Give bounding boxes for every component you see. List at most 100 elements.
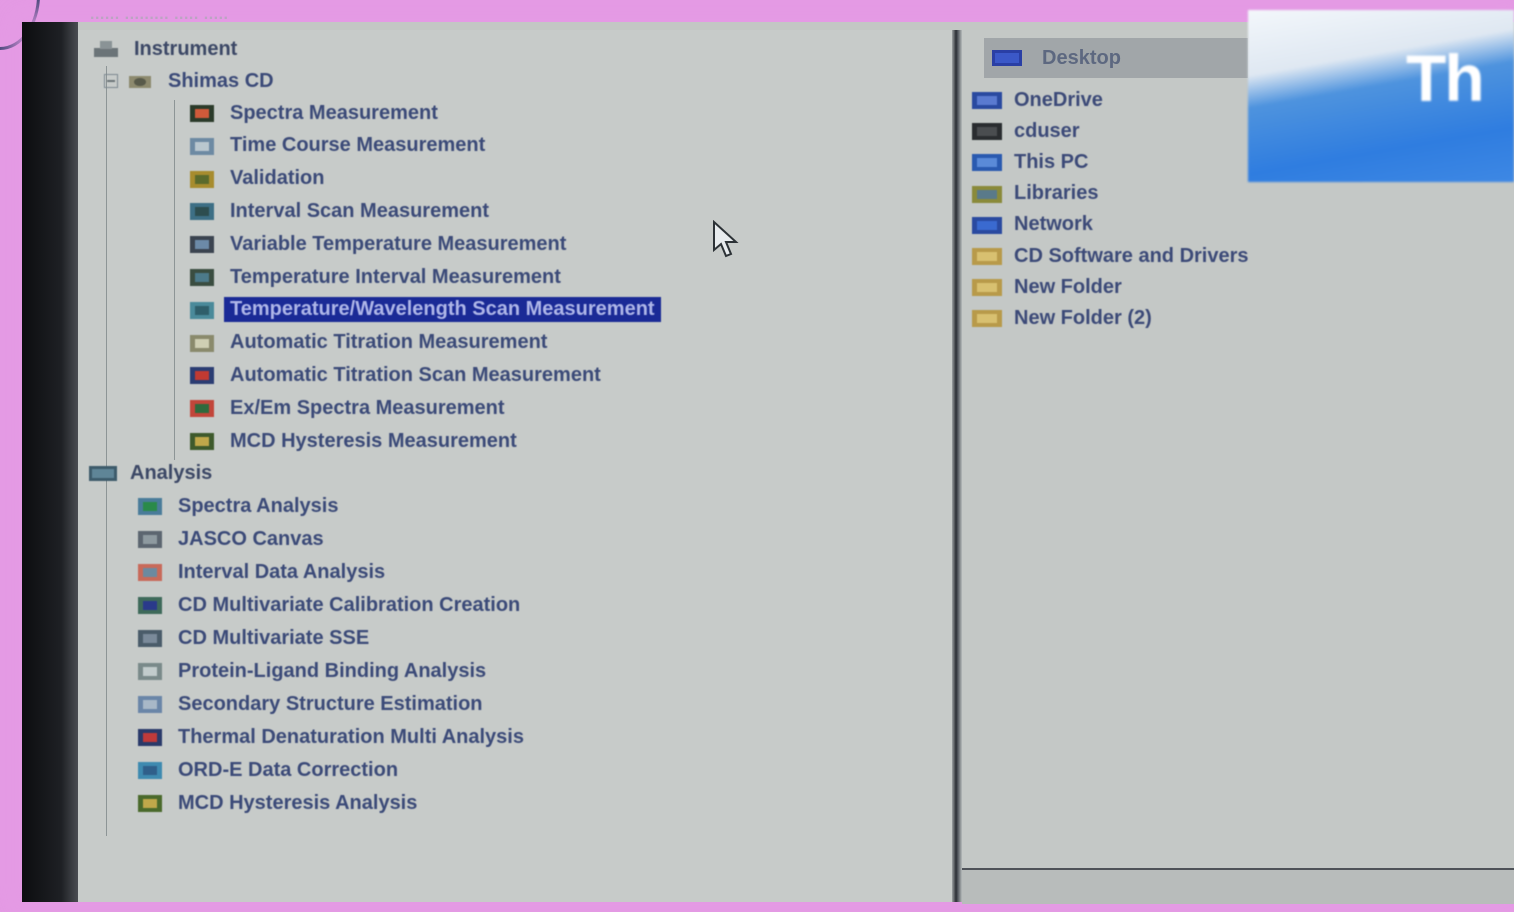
tree-item-measurement[interactable]: Automatic Titration Measurement bbox=[188, 330, 547, 356]
tree-item-measurement[interactable]: Time Course Measurement bbox=[188, 133, 485, 159]
tree-item-analysis[interactable]: JASCO Canvas bbox=[136, 526, 324, 552]
tree-item-analysis[interactable]: Spectra Analysis bbox=[136, 493, 338, 519]
explorer-item[interactable]: Libraries bbox=[970, 181, 1098, 207]
ex-em-icon bbox=[188, 397, 218, 419]
item-label: Spectra Measurement bbox=[230, 101, 438, 124]
secondary-structure-icon bbox=[136, 693, 166, 715]
spectra-analysis-icon bbox=[136, 495, 166, 517]
tree-item-measurement[interactable]: MCD Hysteresis Measurement bbox=[188, 428, 517, 454]
tree-item-analysis[interactable]: MCD Hysteresis Analysis bbox=[136, 790, 417, 816]
tree-item-measurement[interactable]: Interval Scan Measurement bbox=[188, 198, 489, 224]
item-label: JASCO Canvas bbox=[178, 527, 324, 550]
item-label: Validation bbox=[230, 167, 325, 190]
cloud-icon bbox=[970, 89, 1006, 111]
menu-strip: ...... ......... ..... ..... bbox=[90, 6, 229, 23]
program-tree-pane[interactable]: Instrument Shimas CD Analysis Spectra Me… bbox=[78, 30, 952, 902]
item-label: Secondary Structure Estimation bbox=[178, 692, 483, 715]
tree-label: Shimas CD bbox=[168, 69, 274, 92]
tree-item-analysis[interactable]: Interval Data Analysis bbox=[136, 559, 385, 585]
tree-node-analysis[interactable]: Analysis bbox=[88, 460, 212, 486]
explorer-item[interactable]: OneDrive bbox=[970, 87, 1103, 113]
tree-item-analysis[interactable]: Secondary Structure Estimation bbox=[136, 691, 483, 717]
item-label: This PC bbox=[1014, 150, 1089, 173]
time-course-icon bbox=[188, 135, 218, 157]
explorer-header-label: Desktop bbox=[1042, 46, 1121, 69]
item-label: Temperature/Wavelength Scan Measurement bbox=[224, 297, 661, 323]
item-label: MCD Hysteresis Analysis bbox=[178, 791, 418, 814]
tree-label: Analysis bbox=[130, 461, 213, 484]
folder-icon bbox=[970, 307, 1006, 329]
pane-splitter[interactable] bbox=[952, 30, 962, 902]
network-icon bbox=[970, 214, 1006, 236]
multivariate-calibration-icon bbox=[136, 594, 166, 616]
thermal-icon bbox=[136, 726, 166, 748]
item-label: cduser bbox=[1014, 119, 1080, 142]
item-label: Network bbox=[1014, 213, 1093, 236]
item-label: ORD-E Data Correction bbox=[178, 758, 399, 781]
item-label: CD Multivariate SSE bbox=[178, 626, 370, 649]
item-label: Thermal Denaturation Multi Analysis bbox=[178, 725, 524, 748]
tree-guide-line bbox=[174, 100, 175, 460]
item-label: Interval Scan Measurement bbox=[230, 199, 489, 222]
explorer-item[interactable]: cduser bbox=[970, 118, 1080, 144]
tree-item-measurement[interactable]: Spectra Measurement bbox=[188, 100, 438, 126]
library-icon bbox=[970, 183, 1006, 205]
item-label: MCD Hysteresis Measurement bbox=[230, 429, 517, 452]
temperature-interval-icon bbox=[188, 266, 218, 288]
explorer-item[interactable]: This PC bbox=[970, 149, 1088, 175]
horizontal-scrollbar[interactable] bbox=[962, 868, 1514, 904]
tree-item-analysis[interactable]: Thermal Denaturation Multi Analysis bbox=[136, 724, 524, 750]
item-label: Protein-Ligand Binding Analysis bbox=[178, 659, 487, 682]
titration-scan-icon bbox=[188, 364, 218, 386]
explorer-item[interactable]: Network bbox=[970, 212, 1093, 238]
item-label: CD Software and Drivers bbox=[1014, 244, 1249, 267]
desktop-wallpaper-thumbnail: Th bbox=[1248, 10, 1514, 182]
wallpaper-text: Th bbox=[1406, 41, 1485, 115]
tree-node-device[interactable]: Shimas CD bbox=[104, 68, 274, 94]
tree-item-analysis[interactable]: CD Multivariate SSE bbox=[136, 625, 369, 651]
interval-data-icon bbox=[136, 561, 166, 583]
item-label: Automatic Titration Scan Measurement bbox=[230, 363, 601, 386]
item-label: Interval Data Analysis bbox=[178, 560, 386, 583]
mcd-icon bbox=[188, 430, 218, 452]
item-label: New Folder (2) bbox=[1014, 306, 1152, 329]
tree-item-measurement[interactable]: Ex/Em Spectra Measurement bbox=[188, 395, 505, 421]
tree-item-measurement[interactable]: Variable Temperature Measurement bbox=[188, 231, 566, 257]
computer-icon bbox=[970, 151, 1006, 173]
tree-item-measurement[interactable]: Temperature/Wavelength Scan Measurement bbox=[188, 297, 661, 323]
item-label: Temperature Interval Measurement bbox=[230, 265, 561, 288]
mouse-cursor-icon bbox=[713, 220, 739, 258]
item-label: Automatic Titration Measurement bbox=[230, 331, 548, 354]
tree-item-analysis[interactable]: ORD-E Data Correction bbox=[136, 757, 398, 783]
variable-temperature-icon bbox=[188, 233, 218, 255]
explorer-header-desktop[interactable]: Desktop bbox=[984, 38, 1248, 78]
interval-scan-icon bbox=[188, 200, 218, 222]
item-label: Time Course Measurement bbox=[230, 134, 486, 157]
item-label: Variable Temperature Measurement bbox=[230, 232, 567, 255]
ord-icon bbox=[136, 759, 166, 781]
explorer-item[interactable]: New Folder (2) bbox=[970, 305, 1152, 331]
explorer-item[interactable]: New Folder bbox=[970, 274, 1122, 300]
tree-item-analysis[interactable]: Protein-Ligand Binding Analysis bbox=[136, 658, 486, 684]
analysis-folder-icon bbox=[88, 462, 118, 484]
item-label: New Folder bbox=[1014, 275, 1122, 298]
spectra-icon bbox=[188, 102, 218, 124]
user-icon bbox=[970, 120, 1006, 142]
item-label: Spectra Analysis bbox=[178, 494, 339, 517]
item-label: Ex/Em Spectra Measurement bbox=[230, 396, 505, 419]
tree-node-instrument[interactable]: Instrument bbox=[92, 36, 237, 62]
collapse-icon[interactable] bbox=[104, 74, 118, 88]
temperature-wavelength-icon bbox=[188, 299, 218, 321]
item-label: OneDrive bbox=[1014, 88, 1103, 111]
tree-item-measurement[interactable]: Validation bbox=[188, 166, 324, 192]
tree-guide-line bbox=[106, 66, 107, 836]
validation-icon bbox=[188, 168, 218, 190]
tree-item-measurement[interactable]: Temperature Interval Measurement bbox=[188, 264, 561, 290]
tree-item-measurement[interactable]: Automatic Titration Scan Measurement bbox=[188, 362, 601, 388]
folder-icon bbox=[970, 245, 1006, 267]
explorer-item[interactable]: CD Software and Drivers bbox=[970, 243, 1249, 269]
tree-label: Instrument bbox=[134, 37, 238, 60]
tree-item-analysis[interactable]: CD Multivariate Calibration Creation bbox=[136, 592, 520, 618]
desktop-icon bbox=[990, 47, 1026, 69]
cd-device-icon bbox=[126, 70, 156, 92]
